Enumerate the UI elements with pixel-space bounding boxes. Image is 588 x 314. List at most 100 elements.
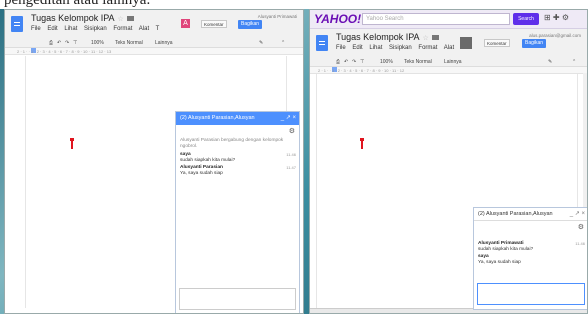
undo-icon[interactable]: ↶ — [344, 59, 348, 65]
chat-messages: Alusyanti Parasian bergabung dengan kelo… — [180, 138, 296, 179]
caption: pengeditan atau lainnya. — [0, 0, 588, 9]
star-icon[interactable]: ☆ — [118, 16, 124, 23]
paint-format-icon[interactable]: ⊤ — [360, 59, 364, 65]
caption-text: pengeditan atau lainnya. — [4, 0, 151, 8]
chat-controls: _ ↗ × — [281, 114, 296, 121]
menu-format[interactable]: Format — [113, 26, 132, 32]
share-button[interactable]: Bagikan — [238, 20, 263, 29]
message-text: Ya, saya sudah siap — [478, 259, 521, 265]
right-docs-window: YAHOO! Yahoo Search Search ⊞ ✚ ⚙ Tugas K… — [309, 9, 588, 314]
font-select[interactable]: Lainnya — [444, 59, 462, 65]
doc-icon[interactable] — [316, 35, 328, 51]
toolbar: ⎙ ↶ ↷ ⊤ 100% Teks Normal Lainnya ✎ ⌃ — [310, 57, 587, 67]
menu-bar: File Edit Lihat Sisipkan Format Alat Ta — [336, 45, 472, 51]
menu-file[interactable]: File — [31, 26, 41, 32]
zoom-select[interactable]: 100% — [91, 40, 104, 46]
toolbar: ⎙ ↶ ↷ ⊤ 100% Teks Normal Lainnya ✎ ⌃ — [5, 38, 303, 48]
pen-icon[interactable]: ✎ — [548, 59, 552, 65]
menu-edit[interactable]: Edit — [47, 26, 57, 32]
yahoo-search-button[interactable]: Search — [513, 13, 539, 25]
menu-tools[interactable]: Alat — [444, 45, 454, 51]
popout-icon[interactable]: ↗ — [286, 115, 291, 121]
text-cursor — [360, 138, 364, 149]
comment-button[interactable]: Komentar — [484, 39, 510, 47]
style-select[interactable]: Teks Normal — [115, 40, 143, 46]
chat-input[interactable] — [477, 283, 585, 305]
doc-title[interactable]: Tugas Kelompok IPA — [31, 13, 115, 23]
gear-icon[interactable]: ⚙ — [578, 223, 584, 231]
user-name[interactable]: Alusyanti Primawati — [258, 14, 297, 19]
menu-insert[interactable]: Sisipkan — [84, 26, 107, 32]
desktop: Tugas Kelompok IPA ☆ File Edit Lihat Sisi… — [0, 9, 588, 314]
menu-edit[interactable]: Edit — [352, 45, 362, 51]
avatar[interactable]: A — [181, 19, 190, 28]
yahoo-toolbar: YAHOO! Yahoo Search Search ⊞ ✚ ⚙ — [310, 10, 587, 29]
chat-header[interactable]: (2) Alusyanti Parasian,Alusyan _ ↗ × — [474, 208, 587, 221]
print-icon[interactable]: ⎙ — [49, 40, 53, 46]
ruler: 2 · 1 · · 1 · 2 · 3 · 4 · 5 · 6 · 7 · 8 … — [310, 67, 587, 74]
chat-message: saya Ya, saya sudah siap — [478, 254, 585, 265]
message-time: 11.46 — [286, 152, 296, 158]
close-icon[interactable]: × — [292, 115, 296, 121]
chat-panel: (2) Alusyanti Parasian,Alusyan _ ↗ × ⚙ 1… — [473, 207, 587, 310]
menu-view[interactable]: Lihat — [64, 26, 77, 32]
popout-icon[interactable]: ↗ — [575, 211, 580, 217]
menu-view[interactable]: Lihat — [369, 45, 382, 51]
chat-message: 11.46 saya sudah siapkah kita mulai? — [180, 152, 296, 163]
paint-format-icon[interactable]: ⊤ — [73, 40, 77, 46]
text-cursor — [70, 138, 74, 149]
redo-icon[interactable]: ↷ — [352, 59, 356, 65]
doc-title-row: Tugas Kelompok IPA ☆ — [31, 13, 134, 23]
message-text: sudah siapkah kita mulai? — [180, 157, 236, 163]
ruler: 2 · 1 · · 1 · 2 · 3 · 4 · 5 · 6 · 7 · 8 … — [5, 48, 303, 55]
minimize-icon[interactable]: _ — [570, 211, 573, 217]
chat-title: (2) Alusyanti Parasian,Alusyan — [478, 211, 553, 217]
comment-button[interactable]: Komentar — [201, 20, 227, 28]
undo-icon[interactable]: ↶ — [57, 40, 61, 46]
style-select[interactable]: Teks Normal — [404, 59, 432, 65]
chat-messages: 11.46 Alusyanti Primawati sudah siapkah … — [478, 241, 585, 267]
folder-icon[interactable] — [126, 16, 134, 21]
message-time: 11.46 — [575, 241, 585, 246]
gear-icon[interactable]: ⚙ — [289, 127, 295, 135]
yahoo-add-icon[interactable]: ⊞ ✚ ⚙ — [544, 13, 569, 22]
doc-title[interactable]: Tugas Kelompok IPA — [336, 32, 420, 42]
menu-bar: File Edit Lihat Sisipkan Format Alat T — [31, 26, 164, 32]
chat-title: (2) Alusyanti Parasian,Alusyan — [180, 115, 255, 121]
menu-table[interactable]: T — [156, 26, 160, 32]
user-email[interactable]: alus.parasian@gmail.com — [529, 33, 581, 38]
share-button[interactable]: Bagikan — [522, 39, 547, 48]
star-icon[interactable]: ☆ — [423, 35, 429, 42]
doc-header: Tugas Kelompok IPA ☆ File Edit Lihat Sisi… — [5, 10, 303, 38]
collapse-icon[interactable]: ⌃ — [281, 40, 285, 46]
print-icon[interactable]: ⎙ — [336, 59, 340, 65]
menu-format[interactable]: Format — [418, 45, 437, 51]
left-docs-window: Tugas Kelompok IPA ☆ File Edit Lihat Sisi… — [4, 9, 304, 314]
minimize-icon[interactable]: _ — [281, 115, 284, 121]
doc-header: Tugas Kelompok IPA ☆ File Edit Lihat Sisi… — [310, 29, 587, 57]
message-text: sudah siapkah kita mulai? — [478, 246, 534, 252]
chat-panel: (2) Alusyanti Parasian,Alusyan _ ↗ × ⚙ A… — [175, 111, 300, 313]
chat-controls: _ ↗ × — [570, 210, 585, 217]
message-time: 11.47 — [286, 165, 296, 171]
folder-icon[interactable] — [431, 35, 439, 40]
font-select[interactable]: Lainnya — [155, 40, 173, 46]
yahoo-logo[interactable]: YAHOO! — [314, 12, 361, 26]
avatar-photo[interactable] — [460, 37, 472, 49]
doc-title-row: Tugas Kelompok IPA ☆ — [336, 32, 439, 42]
pen-icon[interactable]: ✎ — [259, 40, 263, 46]
doc-icon[interactable] — [11, 16, 23, 32]
zoom-select[interactable]: 100% — [380, 59, 393, 65]
yahoo-search-input[interactable]: Yahoo Search — [362, 13, 510, 25]
close-icon[interactable]: × — [581, 211, 585, 217]
menu-insert[interactable]: Sisipkan — [389, 45, 412, 51]
collapse-icon[interactable]: ⌃ — [572, 59, 576, 65]
chat-message: 11.46 Alusyanti Primawati sudah siapkah … — [478, 241, 585, 252]
menu-tools[interactable]: Alat — [139, 26, 149, 32]
chat-header[interactable]: (2) Alusyanti Parasian,Alusyan _ ↗ × — [176, 112, 299, 125]
redo-icon[interactable]: ↷ — [65, 40, 69, 46]
menu-file[interactable]: File — [336, 45, 346, 51]
system-message: Alusyanti Parasian bergabung dengan kelo… — [180, 138, 284, 149]
chat-input[interactable] — [179, 288, 296, 310]
message-text: Ya, saya sudah siap — [180, 170, 223, 176]
